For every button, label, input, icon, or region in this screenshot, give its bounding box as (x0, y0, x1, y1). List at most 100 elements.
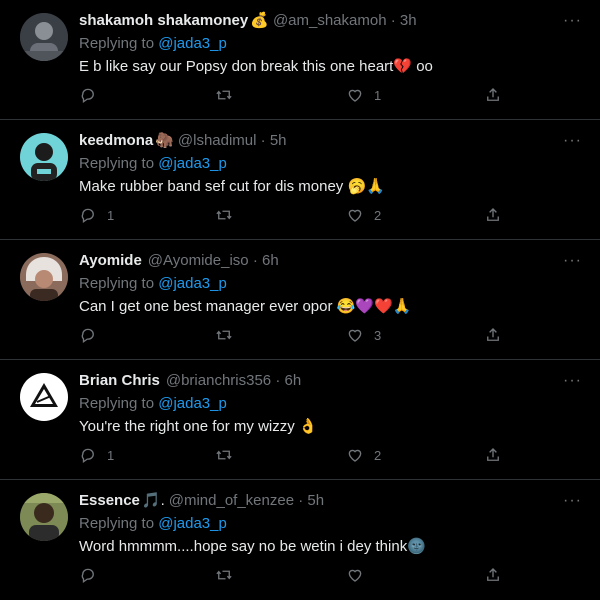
author-name[interactable]: Essence (79, 492, 140, 509)
more-options-button[interactable]: ··· (563, 132, 582, 150)
reply-icon (81, 448, 94, 464)
tweet[interactable]: Essence 🎵. @mind_of_kenzee · 5h Replying t… (0, 480, 600, 600)
like-button[interactable] (346, 566, 374, 584)
avatar[interactable] (20, 493, 68, 541)
reply-button[interactable]: 1 (79, 446, 114, 464)
timestamp[interactable]: 6h (284, 372, 301, 389)
tweet[interactable]: Ayomide @Ayomide_iso · 6h Replying to @ja… (0, 240, 600, 360)
tweet-text: Make rubber band sef cut for dis money 🥱… (79, 178, 385, 195)
retweet-icon (216, 330, 232, 340)
replying-to-label: Replying to (79, 515, 159, 532)
avatar[interactable] (20, 253, 68, 301)
author-badge: 💰 (250, 12, 269, 29)
mention-link[interactable]: @jada3_p (158, 395, 227, 412)
like-button[interactable]: 1 (346, 86, 381, 104)
share-icon (487, 328, 499, 341)
heart-icon (348, 89, 362, 102)
author-badge: 🎵. (141, 492, 165, 509)
tweet[interactable]: shakamoh shakamoney 💰 @am_shakamoh · 3h Re… (0, 0, 600, 120)
tweet-header: keedmona 🦣 @lshadimul · 5h (79, 131, 580, 151)
author-handle[interactable]: @lshadimul (178, 132, 257, 149)
reply-button[interactable] (79, 86, 107, 104)
like-button[interactable]: 2 (346, 206, 381, 224)
retweet-button[interactable] (215, 206, 243, 224)
mention-link[interactable]: @jada3_p (158, 275, 227, 292)
tweet-actions: 3 (79, 326, 580, 346)
reply-button[interactable] (79, 326, 107, 344)
retweet-button[interactable] (215, 326, 243, 344)
tweet[interactable]: keedmona 🦣 @lshadimul · 5h Replying to @ja… (0, 120, 600, 240)
share-button[interactable] (484, 446, 502, 464)
more-options-button[interactable]: ··· (563, 492, 582, 510)
reply-button[interactable] (79, 566, 107, 584)
replying-to: Replying to @jada3_p (79, 274, 580, 294)
tweet-text: Can I get one best manager ever opor 😂💜❤… (79, 298, 412, 315)
share-icon (487, 568, 499, 581)
tweet-header: shakamoh shakamoney 💰 @am_shakamoh · 3h (79, 11, 580, 31)
timestamp[interactable]: 5h (307, 492, 324, 509)
tweet-text: E b like say our Popsy don break this on… (79, 58, 433, 75)
tweet-content: Essence 🎵. @mind_of_kenzee · 5h Replying t… (79, 491, 580, 557)
mention-link[interactable]: @jada3_p (158, 35, 227, 52)
author-badge: 🦣 (155, 132, 174, 149)
tweet-header: Essence 🎵. @mind_of_kenzee · 5h (79, 491, 580, 511)
avatar[interactable] (20, 373, 68, 421)
tweet-content: keedmona 🦣 @lshadimul · 5h Replying to @ja… (79, 131, 580, 197)
like-count: 2 (374, 207, 382, 223)
author-handle[interactable]: @Ayomide_iso (148, 252, 249, 269)
retweet-icon (216, 450, 232, 460)
share-icon (487, 88, 499, 101)
share-icon (487, 448, 499, 461)
avatar[interactable] (20, 133, 68, 181)
mention-link[interactable]: @jada3_p (158, 155, 227, 172)
separator: · (275, 372, 281, 389)
replying-to-label: Replying to (79, 155, 159, 172)
reply-count: 1 (107, 447, 115, 463)
author-name[interactable]: Ayomide (79, 252, 142, 269)
retweet-button[interactable] (215, 86, 243, 104)
author-name[interactable]: shakamoh shakamoney (79, 12, 248, 29)
retweet-button[interactable] (215, 446, 243, 464)
reply-icon (81, 208, 94, 224)
reply-icon (81, 568, 94, 584)
more-options-button[interactable]: ··· (563, 372, 582, 390)
tweet-actions: 1 2 (79, 446, 580, 466)
author-name[interactable]: Brian Chris (79, 372, 160, 389)
reply-count: 1 (107, 207, 115, 223)
tweet-content: shakamoh shakamoney 💰 @am_shakamoh · 3h Re… (79, 11, 580, 77)
replying-to-label: Replying to (79, 275, 159, 292)
share-button[interactable] (484, 326, 502, 344)
tweet-actions (79, 566, 580, 586)
tweet-header: Brian Chris @brianchris356 · 6h (79, 371, 580, 391)
more-options-button[interactable]: ··· (563, 12, 582, 30)
separator: · (390, 12, 396, 29)
share-button[interactable] (484, 206, 502, 224)
author-name[interactable]: keedmona (79, 132, 153, 149)
like-button[interactable]: 3 (346, 326, 381, 344)
reply-button[interactable]: 1 (79, 206, 114, 224)
replying-to-label: Replying to (79, 35, 159, 52)
author-handle[interactable]: @am_shakamoh (273, 12, 387, 29)
like-button[interactable]: 2 (346, 446, 381, 464)
more-options-button[interactable]: ··· (563, 252, 582, 270)
tweet[interactable]: Brian Chris @brianchris356 · 6h Replying … (0, 360, 600, 480)
timestamp[interactable]: 5h (270, 132, 287, 149)
heart-icon (348, 209, 362, 222)
tweet-header: Ayomide @Ayomide_iso · 6h (79, 251, 580, 271)
reply-thread: shakamoh shakamoney 💰 @am_shakamoh · 3h Re… (0, 0, 600, 600)
share-button[interactable] (484, 86, 502, 104)
reply-icon (81, 328, 94, 344)
share-button[interactable] (484, 566, 502, 584)
tweet-content: Ayomide @Ayomide_iso · 6h Replying to @ja… (79, 251, 580, 317)
separator: · (298, 492, 304, 509)
heart-icon (348, 329, 362, 342)
author-handle[interactable]: @mind_of_kenzee (169, 492, 294, 509)
timestamp[interactable]: 3h (400, 12, 417, 29)
heart-icon (348, 569, 362, 582)
retweet-button[interactable] (215, 566, 243, 584)
avatar[interactable] (20, 13, 68, 61)
retweet-icon (216, 90, 232, 100)
author-handle[interactable]: @brianchris356 (166, 372, 271, 389)
mention-link[interactable]: @jada3_p (158, 515, 227, 532)
timestamp[interactable]: 6h (262, 252, 279, 269)
